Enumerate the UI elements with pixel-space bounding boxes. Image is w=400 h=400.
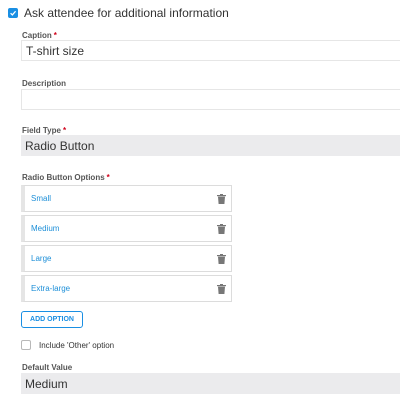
caption-label: Caption *: [22, 31, 57, 40]
required-asterisk: *: [106, 173, 110, 182]
default-value-label: Default Value: [22, 363, 73, 372]
description-label: Description: [22, 79, 67, 88]
trash-icon[interactable]: [217, 283, 226, 294]
radio-option-row[interactable]: Medium: [21, 215, 232, 242]
radio-options-label: Radio Button Options *: [22, 173, 110, 182]
radio-option-row[interactable]: Small: [21, 185, 232, 212]
trash-icon[interactable]: [217, 193, 226, 204]
trash-icon[interactable]: [217, 253, 226, 264]
field-type-select[interactable]: Radio Button: [21, 135, 400, 156]
radio-option-row[interactable]: Large: [21, 245, 232, 272]
include-other-checkbox[interactable]: [21, 340, 31, 350]
required-asterisk: *: [62, 126, 67, 135]
trash-icon[interactable]: [217, 223, 226, 234]
radio-option-row[interactable]: Extra-large: [21, 275, 232, 302]
include-other-row[interactable]: Include 'Other' option: [21, 340, 114, 350]
ask-attendee-checkbox[interactable]: [8, 8, 18, 18]
radio-option-label[interactable]: Extra-large: [31, 284, 70, 293]
caption-input[interactable]: T-shirt size: [21, 40, 400, 61]
description-input[interactable]: [21, 89, 400, 110]
radio-option-label[interactable]: Small: [31, 194, 51, 203]
radio-option-label[interactable]: Large: [31, 254, 51, 263]
radio-option-label[interactable]: Medium: [31, 224, 59, 233]
add-option-button[interactable]: ADD OPTION: [21, 311, 83, 328]
include-other-label: Include 'Other' option: [39, 340, 115, 350]
required-asterisk: *: [53, 31, 57, 40]
default-value-select[interactable]: Medium: [21, 373, 400, 394]
field-type-label: Field Type *: [22, 126, 67, 135]
checkmark-icon: [10, 10, 17, 16]
ask-attendee-label: Ask attendee for additional information: [24, 6, 229, 20]
ask-attendee-row[interactable]: Ask attendee for additional information: [8, 6, 229, 20]
